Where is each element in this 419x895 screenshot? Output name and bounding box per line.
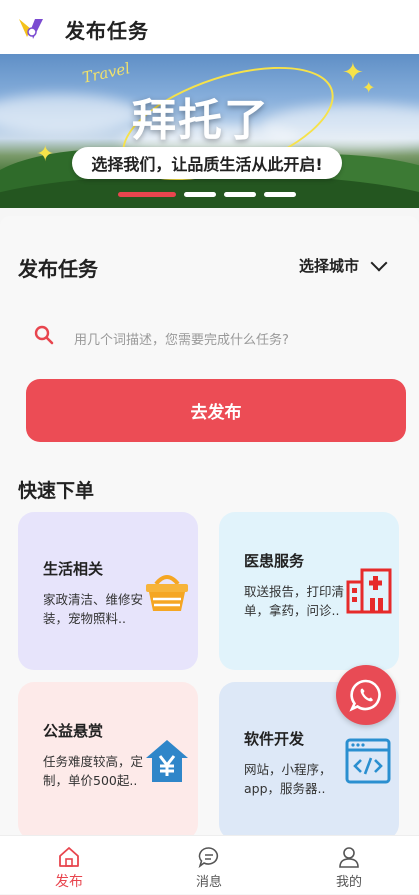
carousel-indicators[interactable]	[118, 192, 296, 197]
task-search-input[interactable]: 用几个词描述，您需要完成什么任务?	[25, 315, 405, 359]
banner-carousel[interactable]: Travel 拜托了 ✦ ✦ ✦ 选择我们，让品质生活从此开启!	[0, 54, 419, 208]
city-selector-label: 选择城市	[299, 257, 360, 275]
tile-description: 任务难度较高，定制，单价500起..	[43, 754, 144, 788]
app-logo-icon	[19, 19, 43, 39]
sparkle-icon: ✦	[342, 58, 364, 88]
banner-script-text: Travel	[80, 59, 132, 87]
publish-button[interactable]: 去发布	[26, 379, 406, 442]
user-icon	[339, 847, 359, 868]
tile-title: 生活相关	[43, 560, 104, 578]
sparkle-icon: ✦	[362, 78, 376, 97]
publish-section-title: 发布任务	[18, 257, 98, 281]
tile-title: 医患服务	[244, 552, 305, 570]
tab-messages[interactable]: 消息	[169, 836, 249, 895]
tile-title: 软件开发	[244, 730, 305, 748]
tab-label: 消息	[195, 875, 222, 890]
bottom-tab-bar: 发布 消息 我的	[0, 835, 419, 894]
tile-public-bounty[interactable]: 公益悬赏 任务难度较高，定制，单价500起..	[18, 682, 198, 840]
tile-life-services[interactable]: 生活相关 家政清洁、维修安装，宠物照料..	[18, 512, 198, 670]
tile-title: 公益悬赏	[43, 722, 104, 740]
tab-publish[interactable]: 发布	[29, 836, 109, 895]
chevron-down-icon	[370, 254, 388, 271]
tile-description: 家政清洁、维修安装，宠物照料..	[43, 592, 144, 626]
carousel-dot[interactable]	[118, 192, 176, 197]
tab-profile[interactable]: 我的	[309, 836, 389, 895]
tab-label: 我的	[335, 875, 362, 890]
banner-headline: 拜托了	[132, 95, 270, 146]
carousel-dot[interactable]	[224, 192, 256, 197]
search-icon	[34, 325, 54, 345]
hospital-icon	[346, 568, 392, 614]
house-yen-icon	[146, 740, 188, 782]
carousel-dot[interactable]	[184, 192, 216, 197]
sparkle-icon: ✦	[36, 142, 55, 167]
home-icon	[59, 847, 79, 867]
tab-label: 发布	[55, 874, 83, 890]
page-title: 发布任务	[65, 19, 149, 43]
city-selector[interactable]: 选择城市	[299, 254, 388, 276]
whatsapp-contact-button[interactable]	[336, 665, 396, 725]
tile-description: 网站，小程序，app，服务器..	[244, 762, 332, 796]
code-window-icon	[345, 738, 391, 784]
whatsapp-icon	[349, 679, 381, 712]
search-placeholder: 用几个词描述，您需要完成什么任务?	[74, 333, 289, 348]
tile-medical-services[interactable]: 医患服务 取送报告，打印清单，拿药，问诊..	[219, 512, 399, 670]
tile-description: 取送报告，打印清单，拿药，问诊..	[244, 584, 345, 618]
carousel-dot[interactable]	[264, 192, 296, 197]
chat-icon	[198, 847, 219, 868]
basket-icon	[146, 575, 188, 611]
banner-tagline: 选择我们，让品质生活从此开启!	[72, 147, 342, 179]
quick-order-title: 快速下单	[18, 480, 95, 502]
top-bar: 发布任务	[0, 0, 419, 54]
